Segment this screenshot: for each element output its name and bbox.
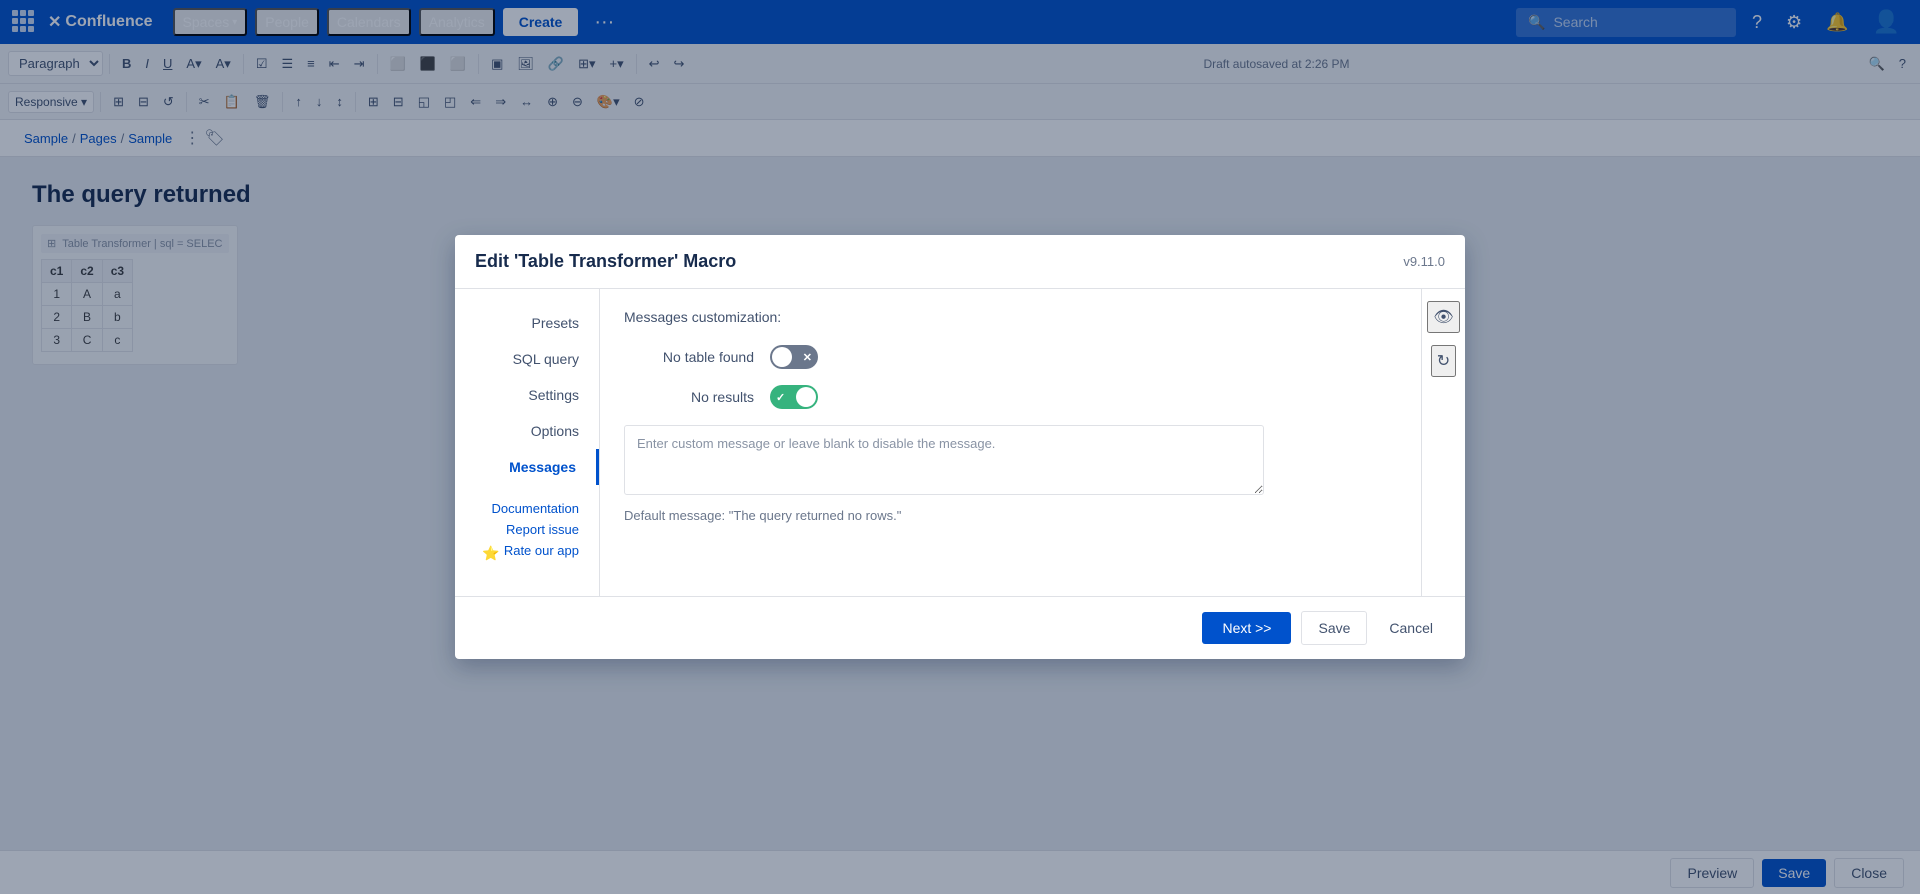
cancel-modal-button[interactable]: Cancel [1377, 612, 1445, 644]
save-modal-button[interactable]: Save [1301, 611, 1367, 645]
no-table-found-knob [772, 347, 792, 367]
modal-header: Edit 'Table Transformer' Macro v9.11.0 [455, 235, 1465, 289]
sidebar-links: Documentation Report issue ⭐ Rate our ap… [455, 485, 599, 580]
rate-app-link[interactable]: Rate our app [504, 543, 579, 558]
no-results-label: No results [624, 389, 754, 405]
custom-message-textarea[interactable] [624, 425, 1264, 495]
report-issue-link[interactable]: Report issue [475, 522, 579, 537]
no-results-toggle-icon: ✓ [776, 391, 785, 404]
modal-footer: Next >> Save Cancel [455, 596, 1465, 659]
no-table-found-toggle[interactable]: ✕ [770, 345, 818, 369]
no-table-found-row: No table found ✕ [624, 345, 1397, 369]
no-table-found-label: No table found [624, 349, 754, 365]
no-table-found-toggle-icon: ✕ [803, 351, 812, 364]
modal-body: Presets SQL query Settings Options Messa… [455, 289, 1465, 596]
sidebar-item-presets[interactable]: Presets [455, 305, 599, 341]
messages-section-title: Messages customization: [624, 309, 1397, 325]
modal-title: Edit 'Table Transformer' Macro [475, 251, 736, 272]
modal-right-panel: 👁 ↻ [1421, 289, 1465, 596]
sidebar-item-sql-query[interactable]: SQL query [455, 341, 599, 377]
macro-editor-modal: Edit 'Table Transformer' Macro v9.11.0 P… [455, 235, 1465, 659]
modal-overlay: Edit 'Table Transformer' Macro v9.11.0 P… [0, 0, 1920, 894]
no-results-knob [796, 387, 816, 407]
modal-main-content: Messages customization: No table found ✕… [600, 289, 1421, 596]
modal-sidebar: Presets SQL query Settings Options Messa… [455, 289, 600, 596]
modal-version: v9.11.0 [1403, 254, 1445, 269]
default-message-text: Default message: "The query returned no … [624, 508, 1397, 523]
rate-app-row: ⭐ Rate our app [475, 543, 579, 564]
sidebar-item-settings[interactable]: Settings [455, 377, 599, 413]
no-results-row: No results ✓ [624, 385, 1397, 409]
star-icon: ⭐ [482, 545, 499, 562]
sidebar-item-options[interactable]: Options [455, 413, 599, 449]
no-results-toggle[interactable]: ✓ [770, 385, 818, 409]
refresh-icon-button[interactable]: ↻ [1431, 345, 1456, 377]
sidebar-item-messages[interactable]: Messages [455, 449, 599, 485]
eye-icon-button[interactable]: 👁 [1427, 301, 1459, 333]
documentation-link[interactable]: Documentation [475, 501, 579, 516]
next-button[interactable]: Next >> [1202, 612, 1291, 644]
